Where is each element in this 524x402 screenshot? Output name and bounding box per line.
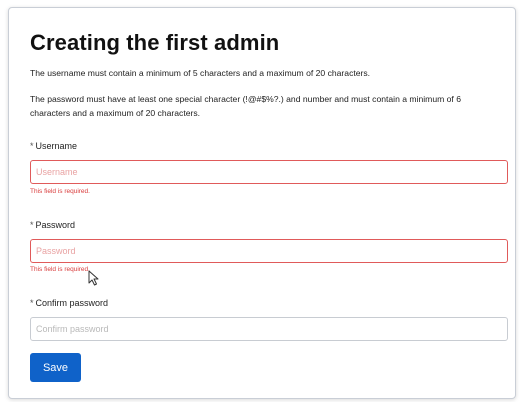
confirm-password-input[interactable] [30, 317, 508, 341]
required-marker: * [30, 220, 34, 230]
username-label: * Username [30, 141, 77, 151]
page: Creating the first admin The username mu… [0, 0, 524, 402]
required-marker: * [30, 141, 34, 151]
username-error-message: This field is required. [30, 188, 90, 195]
mouse-pointer-icon [88, 270, 99, 286]
username-label-text: Username [35, 141, 78, 151]
confirm-password-label: * Confirm password [30, 298, 108, 308]
password-requirements-text: The password must have at least one spec… [30, 94, 461, 118]
username-requirements-text: The username must contain a minimum of 5… [30, 68, 371, 78]
password-label-text: Password [35, 220, 76, 230]
password-label: * Password [30, 220, 75, 230]
save-button[interactable]: Save [30, 353, 81, 382]
password-input[interactable] [30, 239, 508, 263]
username-input[interactable] [30, 160, 508, 184]
password-error-message: This field is required. [30, 266, 90, 273]
required-marker: * [30, 298, 34, 308]
confirm-password-label-text: Confirm password [35, 298, 109, 308]
page-title: Creating the first admin [30, 30, 280, 55]
